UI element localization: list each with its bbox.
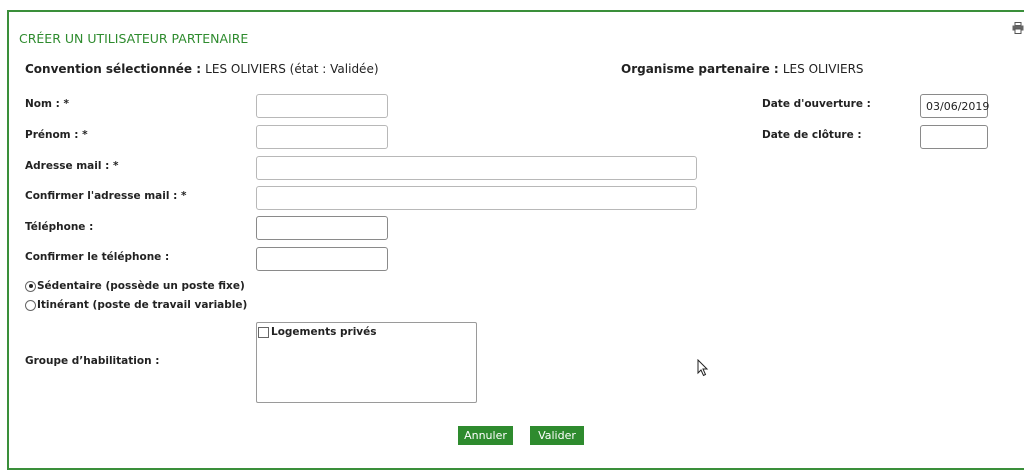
radio-sedentaire[interactable]: Sédentaire (possède un poste fixe) [25, 280, 245, 292]
telephone-confirm-input[interactable] [256, 247, 388, 271]
radio-itinerant[interactable]: Itinérant (poste de travail variable) [25, 299, 247, 311]
nom-input[interactable] [256, 94, 388, 118]
nom-label: Nom : * [25, 98, 69, 110]
telephone-confirm-label: Confirmer le téléphone : [25, 251, 170, 263]
telephone-input[interactable] [256, 216, 388, 240]
organisme-info: Organisme partenaire : LES OLIVIERS [621, 62, 864, 76]
email-confirm-label: Confirmer l'adresse mail : * [25, 190, 187, 202]
radio-sedentaire-button[interactable] [25, 280, 36, 292]
groupe-option[interactable]: Logements privés [258, 326, 377, 338]
groupe-option-checkbox[interactable] [258, 326, 269, 338]
date-cloture-input[interactable] [920, 125, 988, 149]
radio-itinerant-label: Itinérant (poste de travail variable) [37, 299, 248, 311]
print-icon[interactable] [1012, 22, 1024, 34]
email-label: Adresse mail : * [25, 160, 119, 172]
radio-sedentaire-label: Sédentaire (possède un poste fixe) [37, 280, 245, 292]
prenom-input[interactable] [256, 125, 388, 149]
convention-value: LES OLIVIERS (état : Validée) [205, 62, 379, 76]
date-ouverture-label: Date d'ouverture : [762, 98, 871, 110]
convention-label: Convention sélectionnée : [25, 62, 206, 76]
telephone-label: Téléphone : [25, 221, 94, 233]
form-panel [7, 10, 1024, 470]
convention-info: Convention sélectionnée : LES OLIVIERS (… [25, 62, 379, 76]
organisme-value: LES OLIVIERS [782, 62, 864, 76]
groupe-label: Groupe d’habilitation : [25, 355, 160, 367]
radio-itinerant-button[interactable] [25, 299, 36, 311]
email-confirm-input[interactable] [256, 186, 697, 210]
date-ouverture-input[interactable]: 03/06/2019 [920, 94, 990, 118]
prenom-label: Prénom : * [25, 129, 88, 141]
mouse-pointer-icon [697, 358, 709, 381]
groupe-list[interactable]: Logements privés [256, 322, 477, 403]
submit-button[interactable]: Valider [530, 426, 584, 445]
date-ouverture-value: 03/06/2019 [926, 100, 990, 113]
groupe-option-label: Logements privés [271, 326, 377, 338]
page-title: CRÉER UN UTILISATEUR PARTENAIRE [19, 31, 249, 46]
date-cloture-label: Date de clôture : [762, 129, 862, 141]
cancel-button[interactable]: Annuler [458, 426, 513, 445]
organisme-label: Organisme partenaire : [621, 62, 783, 76]
email-input[interactable] [256, 156, 697, 180]
